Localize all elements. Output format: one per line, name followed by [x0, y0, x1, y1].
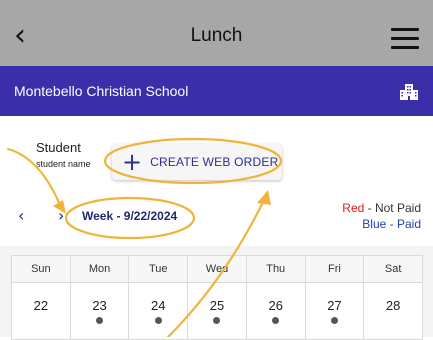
- page-title: Lunch: [190, 25, 243, 46]
- day-header-fri: Fri: [304, 255, 365, 283]
- order-dot: [154, 317, 162, 324]
- payment-legend: Red - Not Paid Blue - Paid: [342, 200, 421, 232]
- back-button[interactable]: ‹: [14, 21, 44, 52]
- day-cell-thu[interactable]: 26: [245, 282, 306, 340]
- day-cell-tue[interactable]: 24: [128, 282, 189, 340]
- chevron-left-icon: ‹: [14, 18, 26, 53]
- building-icon[interactable]: [399, 82, 419, 102]
- student-section: Student student name + CREATE WEB ORDER: [0, 116, 433, 192]
- legend-paid: Blue - Paid: [342, 216, 421, 232]
- order-dot: [96, 317, 104, 324]
- day-header-sat: Sat: [363, 255, 423, 283]
- legend-blue-text: - Paid: [386, 217, 421, 231]
- day-header-tue: Tue: [128, 255, 189, 283]
- legend-not-paid: Red - Not Paid: [342, 200, 421, 216]
- order-dot: [330, 317, 338, 324]
- hamburger-line: [391, 46, 419, 49]
- day-date: 25: [209, 298, 225, 313]
- hamburger-line: [391, 37, 419, 40]
- day-date: 23: [92, 298, 107, 313]
- create-web-order-button[interactable]: + CREATE WEB ORDER: [112, 144, 282, 180]
- week-calendar: Sun Mon Tue Wed Thu Fri Sat 22 23 24 25 …: [0, 246, 433, 340]
- week-navigation: ‹ › Week - 9/22/2024 Red - Not Paid Blue…: [0, 192, 433, 244]
- app-header: ‹ Lunch: [0, 0, 433, 76]
- order-dot: [390, 317, 397, 324]
- day-header-wed: Wed: [187, 255, 247, 283]
- day-cell-mon[interactable]: 23: [69, 282, 130, 340]
- day-date: 22: [33, 298, 49, 313]
- day-date: 28: [385, 298, 401, 313]
- day-cell-sun[interactable]: 22: [11, 282, 71, 340]
- order-dot: [37, 317, 44, 324]
- legend-red-text: - Not Paid: [364, 201, 421, 215]
- day-cell-wed[interactable]: 25: [187, 282, 247, 340]
- legend-red-word: Red: [342, 201, 365, 215]
- day-cell-fri[interactable]: 27: [304, 282, 365, 340]
- menu-button[interactable]: [391, 28, 419, 50]
- calendar-grid: Sun Mon Tue Wed Thu Fri Sat 22 23 24 25 …: [11, 255, 423, 340]
- order-dot: [213, 317, 221, 324]
- student-label: Student: [36, 140, 81, 155]
- next-week-button[interactable]: ›: [58, 206, 64, 225]
- day-date: 24: [151, 298, 166, 313]
- day-header-mon: Mon: [69, 255, 130, 283]
- day-header-sun: Sun: [11, 255, 71, 283]
- previous-week-button[interactable]: ‹: [18, 206, 24, 225]
- create-web-order-label: CREATE WEB ORDER: [150, 155, 279, 169]
- plus-icon: +: [122, 148, 143, 176]
- student-name: student name: [36, 159, 91, 169]
- day-header-thu: Thu: [245, 255, 306, 283]
- day-cell-sat[interactable]: 28: [363, 282, 423, 340]
- order-dot: [272, 317, 280, 324]
- school-bar: Montebello Christian School: [0, 66, 433, 116]
- school-name: Montebello Christian School: [14, 83, 189, 99]
- day-date: 27: [327, 298, 342, 313]
- hamburger-menu-icon: [391, 28, 419, 31]
- week-label: Week - 9/22/2024: [82, 209, 178, 223]
- legend-blue-word: Blue: [362, 217, 387, 231]
- day-date: 26: [268, 298, 283, 313]
